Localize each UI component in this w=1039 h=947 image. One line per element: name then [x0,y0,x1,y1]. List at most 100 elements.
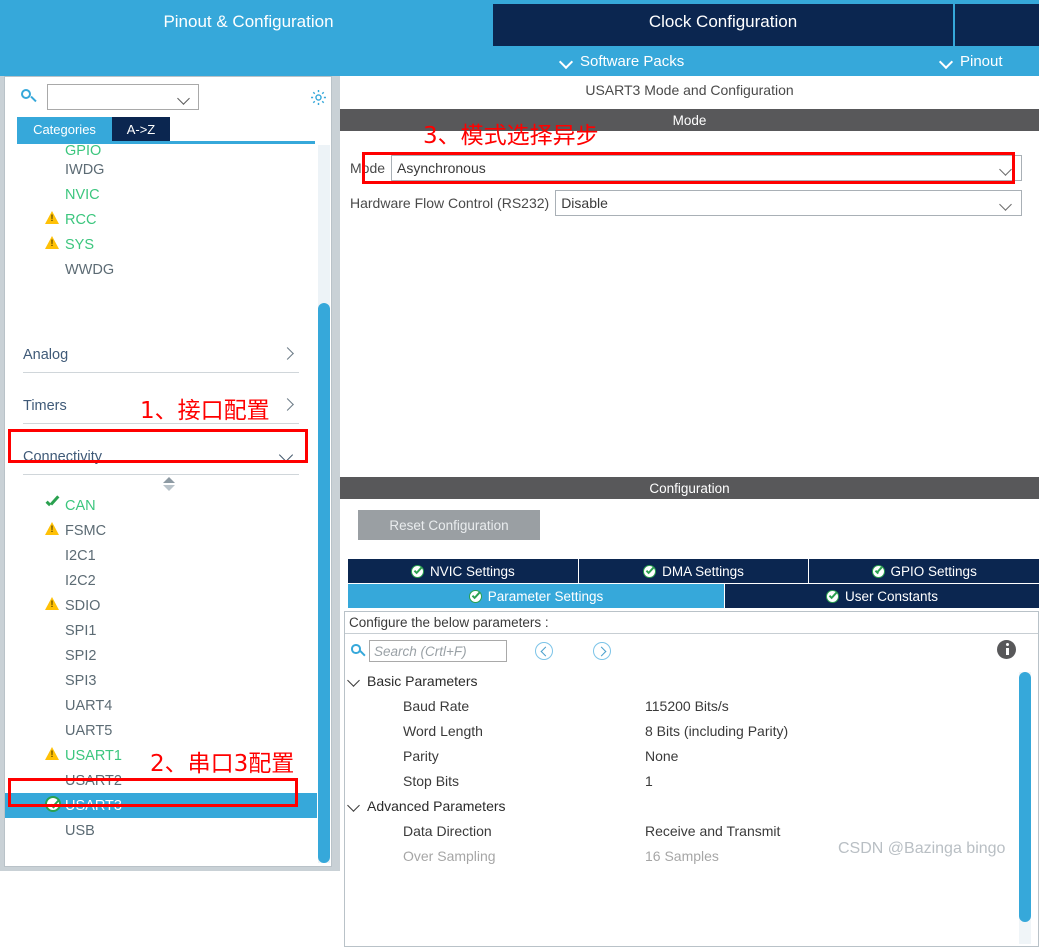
list-item-label: SYS [65,236,95,253]
list-item-label: UART4 [65,697,113,714]
parameter-group-label: Basic Parameters [367,672,478,689]
mode-label: Mode [350,160,386,176]
menu-software-packs[interactable]: Software Packs [560,50,684,72]
table-row[interactable]: Stop Bits 1 [345,768,1038,793]
list-item-uart4[interactable]: UART4 [5,693,317,718]
list-item-iwdg[interactable]: IWDG [5,157,317,182]
info-icon[interactable] [997,640,1016,659]
parameter-settings-body: Configure the below parameters : Search … [344,611,1039,947]
parameter-table: Basic Parameters Baud Rate 115200 Bits/s… [345,668,1038,946]
list-item-label: CAN [65,497,96,514]
sub-tool-bar: Software Packs Pinout [0,46,1039,76]
gear-icon[interactable] [309,88,328,107]
menu-pinout-label: Pinout [960,52,1003,70]
check-circle-icon [825,589,839,603]
list-item-spi1[interactable]: SPI1 [5,618,317,643]
sidebar-search-input[interactable] [47,84,199,110]
list-item-spi2[interactable]: SPI2 [5,643,317,668]
tab-nvic-settings[interactable]: NVIC Settings [348,559,579,583]
configuration-section-header: Configuration [340,477,1039,499]
table-row[interactable]: Word Length 8 Bits (including Parity) [345,718,1038,743]
tab-user-constants[interactable]: User Constants [725,584,1039,608]
page-title: USART3 Mode and Configuration [585,82,794,98]
main-tab-bar: Pinout & Configuration Clock Configurati… [0,0,1039,46]
sidebar-scrollbar-thumb[interactable] [318,303,330,863]
spinner-up-icon[interactable] [163,477,175,483]
list-item-usart2[interactable]: USART2 [5,768,317,793]
parameter-value: None [645,747,679,764]
list-item-label: RCC [65,211,97,228]
sidebar-group-connectivity[interactable]: Connectivity [23,440,299,475]
tab-dma-settings[interactable]: DMA Settings [578,559,810,583]
list-item-i2c1[interactable]: I2C1 [5,543,317,568]
list-item-nvic[interactable]: NVIC [5,182,317,207]
sidebar-group-connectivity-label: Connectivity [23,449,102,465]
hardware-flow-control-value: Disable [561,195,608,211]
sidebar-tab-az[interactable]: A->Z [112,117,170,141]
list-item-can[interactable]: CAN [5,493,317,518]
chevron-down-icon [560,55,573,68]
warning-icon [45,211,61,227]
parameter-name: Baud Rate [403,697,470,714]
list-item-gpio[interactable]: GPIO [5,145,317,157]
list-item-sdio[interactable]: SDIO [5,593,317,618]
parameter-group-advanced[interactable]: Advanced Parameters [345,793,1038,818]
tab-parameter-settings[interactable]: Parameter Settings [348,584,725,608]
list-item-label: IWDG [65,161,105,178]
sidebar-tab-categories[interactable]: Categories [17,117,112,141]
chevron-down-icon [1001,164,1012,175]
configure-hint: Configure the below parameters : [345,612,1038,634]
list-item-label: USART2 [65,772,122,789]
menu-software-packs-label: Software Packs [580,52,685,70]
list-item-i2c2[interactable]: I2C2 [5,568,317,593]
table-row[interactable]: Parity None [345,743,1038,768]
list-item-label: UART5 [65,722,113,739]
list-item-usart3[interactable]: USART3 [5,793,317,818]
sidebar-group-timers[interactable]: Timers [23,389,299,424]
menu-pinout[interactable]: Pinout [940,50,1003,72]
sidebar-group-analog[interactable]: Analog [23,338,299,373]
list-item-rcc[interactable]: RCC [5,207,317,232]
parameter-name: Data Direction [403,822,492,839]
list-item-label: USART3 [65,797,122,814]
parameter-search-input[interactable]: Search (Crtl+F) [369,640,507,662]
warning-icon [45,236,61,252]
check-circle-icon [410,564,424,578]
chevron-down-icon [1001,199,1012,210]
list-item-spi3[interactable]: SPI3 [5,668,317,693]
list-item-usb[interactable]: USB [5,818,317,843]
tab-gpio-settings[interactable]: GPIO Settings [809,559,1039,583]
categories-panel: Categories A->Z GPIO IWDG NVIC RCC [4,76,332,867]
chevron-right-circle-icon[interactable] [593,642,611,660]
mode-section-header: Mode [340,109,1039,131]
reset-configuration-button[interactable]: Reset Configuration [358,510,540,540]
tab-pinout-configuration[interactable]: Pinout & Configuration [4,4,493,46]
list-item-usart1[interactable]: USART1 [5,743,317,768]
list-item-sys[interactable]: SYS [5,232,317,257]
config-tab-row-1: NVIC Settings DMA Settings GPIO Settings [348,559,1039,583]
sidebar-search-row [5,79,331,115]
spinner-down-icon[interactable] [163,485,175,491]
parameter-search-placeholder: Search (Crtl+F) [374,643,467,659]
list-scroll-spinner[interactable] [5,475,317,493]
warning-icon [45,597,61,613]
chevron-left-circle-icon[interactable] [535,642,553,660]
hardware-flow-control-select[interactable]: Disable [555,190,1022,216]
parameter-value: 115200 Bits/s [645,697,729,714]
chevron-down-icon [349,800,360,811]
tab-clock-configuration[interactable]: Clock Configuration [493,4,953,46]
chevron-down-icon[interactable] [179,93,190,104]
list-item-uart5[interactable]: UART5 [5,718,317,743]
sidebar-group-timers-label: Timers [23,398,67,414]
list-item-wwdg[interactable]: WWDG [5,257,317,282]
parameter-scrollbar-thumb[interactable] [1019,672,1031,922]
list-item-fsmc[interactable]: FSMC [5,518,317,543]
tab-project-manager[interactable] [955,4,1039,46]
table-row[interactable]: Baud Rate 115200 Bits/s [345,693,1038,718]
search-icon [21,89,36,104]
list-item-label: USB [65,822,95,839]
parameter-group-basic[interactable]: Basic Parameters [345,668,1038,693]
list-item-label: SPI3 [65,672,97,689]
mode-select[interactable]: Asynchronous [391,155,1022,181]
